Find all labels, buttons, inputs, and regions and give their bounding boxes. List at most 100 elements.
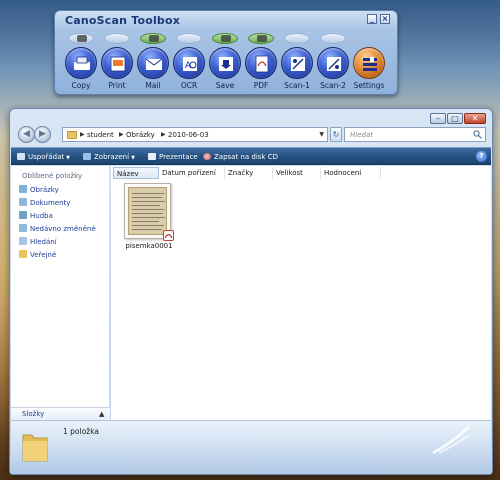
scan-2-button[interactable] bbox=[317, 47, 349, 79]
breadcrumb-obrazky[interactable]: Obrázky bbox=[126, 129, 155, 141]
music-icon bbox=[19, 211, 27, 219]
pdf-file-icon bbox=[163, 230, 174, 241]
column-header-tags[interactable]: Značky bbox=[225, 167, 273, 179]
views-menu[interactable]: Zobrazení ▼ bbox=[83, 151, 135, 163]
nav-item-hledani[interactable]: Hledání bbox=[19, 236, 57, 248]
decorative-swoosh bbox=[432, 425, 470, 455]
toolbox-close-button[interactable]: × bbox=[380, 14, 390, 24]
toolbox-scan2-cell: Scan-2 bbox=[316, 31, 350, 95]
navigation-pane: Oblíbené položky Obrázky Dokumenty Hudba… bbox=[11, 166, 110, 458]
folders-toggle[interactable]: Složky ▲ bbox=[11, 407, 110, 420]
address-bar[interactable]: ▶ student ▶ Obrázky ▶ 2010-06-03 ▼ bbox=[62, 127, 328, 142]
copy-button[interactable] bbox=[65, 47, 97, 79]
disc-icon bbox=[203, 153, 211, 160]
print-status-indicator bbox=[104, 33, 130, 44]
slideshow-icon bbox=[148, 153, 156, 160]
documents-icon bbox=[19, 198, 27, 206]
file-list-pane: Název Datum pořízení Značky Velikost Hod… bbox=[111, 166, 491, 420]
nav-item-label: Veřejné bbox=[30, 251, 57, 259]
slideshow-label: Prezentace bbox=[159, 153, 198, 161]
column-header-date[interactable]: Datum pořízení bbox=[159, 167, 225, 179]
ocr-icon: A bbox=[183, 57, 197, 71]
search-placeholder: Hledat bbox=[350, 131, 373, 139]
search-input[interactable]: Hledat bbox=[344, 127, 486, 142]
burn-button[interactable]: Zapsat na disk CD bbox=[203, 151, 278, 163]
search-folder-icon bbox=[19, 237, 27, 245]
chevron-down-icon[interactable]: ▼ bbox=[319, 129, 324, 141]
mail-icon bbox=[145, 58, 163, 70]
nav-item-label: Obrázky bbox=[30, 186, 59, 194]
nav-item-label: Nedávno změněné bbox=[30, 225, 96, 233]
maximize-button[interactable]: □ bbox=[447, 113, 463, 124]
settings-button[interactable] bbox=[353, 47, 385, 79]
file-item[interactable]: pisemka0001 bbox=[118, 180, 180, 254]
views-icon bbox=[83, 153, 91, 160]
folders-label: Složky bbox=[22, 410, 45, 418]
back-button[interactable]: ◀ bbox=[18, 126, 35, 143]
mail-button[interactable] bbox=[137, 47, 169, 79]
toolbox-ocr-cell: A OCR bbox=[172, 31, 206, 95]
toolbox-pdf-cell: PDF bbox=[244, 31, 278, 95]
chevron-right-icon: ▶ bbox=[80, 131, 85, 138]
slideshow-button[interactable]: Prezentace bbox=[148, 151, 198, 163]
organize-menu[interactable]: Uspořádat ▼ bbox=[17, 151, 70, 163]
recent-icon bbox=[19, 224, 27, 232]
mail-status-indicator bbox=[140, 33, 166, 44]
breadcrumb-date-folder[interactable]: 2010-06-03 bbox=[168, 129, 209, 141]
folder-icon bbox=[22, 434, 48, 462]
favorites-heading: Oblíbené položky bbox=[22, 172, 83, 180]
column-header-rating[interactable]: Hodnocení bbox=[321, 167, 381, 179]
settings-icon bbox=[363, 57, 377, 71]
chevron-right-icon: ▶ bbox=[161, 131, 166, 138]
help-button[interactable]: ? bbox=[476, 151, 487, 162]
save-button[interactable] bbox=[209, 47, 241, 79]
organize-icon bbox=[17, 153, 25, 160]
column-header-size[interactable]: Velikost bbox=[273, 167, 321, 179]
print-button[interactable] bbox=[101, 47, 133, 79]
pdf-button[interactable] bbox=[245, 47, 277, 79]
ocr-status-indicator bbox=[176, 33, 202, 44]
nav-item-obrazky[interactable]: Obrázky bbox=[19, 184, 59, 196]
copy-status-indicator bbox=[68, 33, 94, 44]
chevron-right-icon: ▶ bbox=[119, 131, 124, 138]
folder-icon bbox=[67, 131, 77, 139]
nav-item-hudba[interactable]: Hudba bbox=[19, 210, 53, 222]
breadcrumb-student[interactable]: student bbox=[87, 129, 114, 141]
explorer-window: – □ ✕ ◀ ▶ ▶ student ▶ Obrázky ▶ 2010-06-… bbox=[9, 108, 493, 475]
nav-item-dokumenty[interactable]: Dokumenty bbox=[19, 197, 70, 209]
minimize-button[interactable]: – bbox=[430, 113, 446, 124]
nav-item-label: Dokumenty bbox=[30, 199, 71, 207]
ocr-button[interactable]: A bbox=[173, 47, 205, 79]
scan-1-button[interactable] bbox=[281, 47, 313, 79]
nav-item-label: Hledání bbox=[30, 238, 57, 246]
refresh-button[interactable]: ↻ bbox=[330, 127, 342, 142]
command-bar: Uspořádat ▼ Zobrazení ▼ Prezentace Zapsat … bbox=[11, 147, 491, 165]
toolbox-scan1-cell: Scan-1 bbox=[280, 31, 314, 95]
public-folder-icon bbox=[19, 250, 27, 258]
copy-icon bbox=[74, 56, 90, 70]
toolbox-print-cell: Print bbox=[100, 31, 134, 95]
toolbox-title: CanoScan Toolbox bbox=[65, 14, 181, 27]
toolbox-minimize-button[interactable]: _ bbox=[367, 14, 377, 24]
search-icon[interactable] bbox=[473, 130, 482, 139]
close-button[interactable]: ✕ bbox=[464, 113, 486, 124]
chevron-down-icon: ▼ bbox=[66, 155, 71, 161]
forward-button[interactable]: ▶ bbox=[34, 126, 51, 143]
nav-item-label: Hudba bbox=[30, 212, 53, 220]
file-thumbnail bbox=[124, 183, 174, 241]
details-pane: 1 položka bbox=[11, 420, 491, 474]
chevron-up-icon: ▲ bbox=[99, 410, 105, 418]
chevron-down-icon: ▼ bbox=[131, 155, 135, 161]
nav-item-verejne[interactable]: Veřejné bbox=[19, 249, 56, 261]
views-label: Zobrazení bbox=[94, 153, 130, 161]
toolbox-settings-cell: Settings bbox=[352, 31, 386, 95]
settings-label: Settings bbox=[353, 81, 385, 90]
file-name: pisemka0001 bbox=[125, 242, 173, 250]
save-icon bbox=[219, 57, 233, 71]
pictures-icon bbox=[19, 185, 27, 193]
item-count: 1 položka bbox=[63, 427, 99, 436]
scan2-status-indicator bbox=[320, 33, 346, 44]
column-header-name[interactable]: Název bbox=[113, 167, 159, 179]
nav-item-nedavno-zmenene[interactable]: Nedávno změněné bbox=[19, 223, 96, 235]
print-icon bbox=[110, 56, 126, 72]
